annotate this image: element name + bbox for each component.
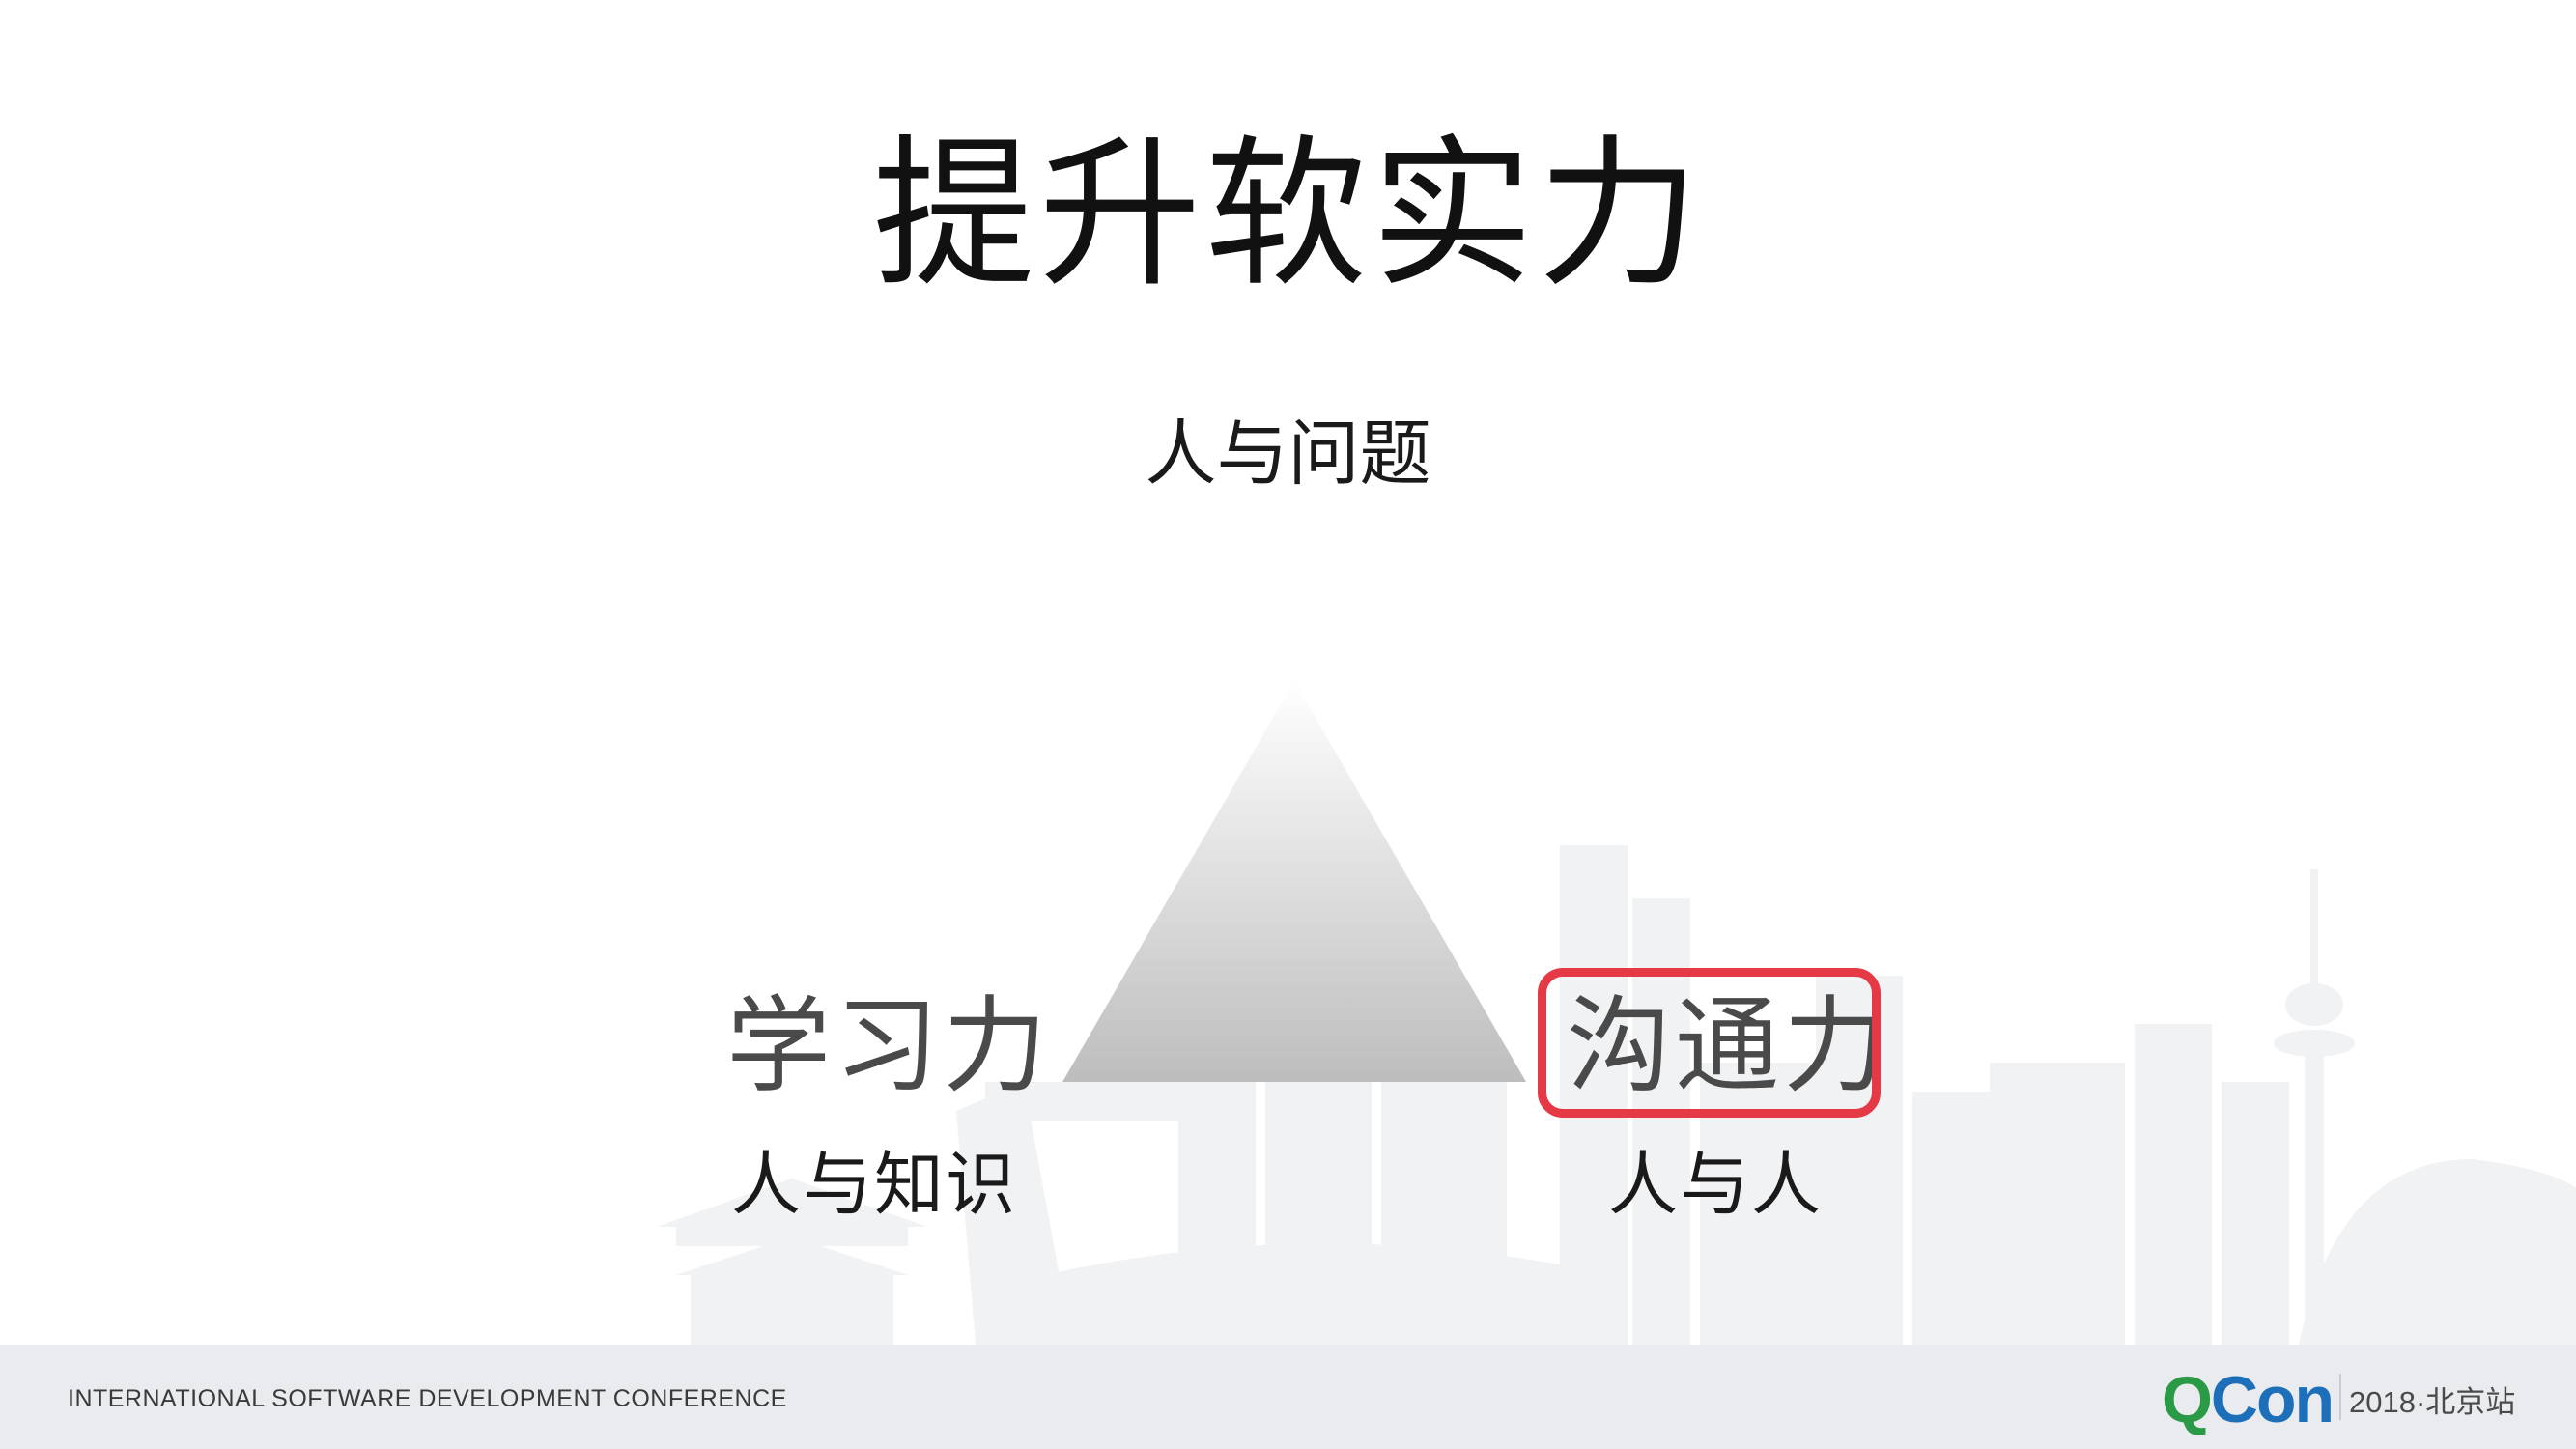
learning-ability-label: 学习力 [726,986,1052,1107]
conference-name: INTERNATIONAL SOFTWARE DEVELOPMENT CONFE… [68,1385,787,1412]
communication-subtitle: 人与人 [1608,1144,1824,1225]
slide-title: 提升软实力 [872,120,1704,309]
qcon-logo: QCon [2162,1362,2335,1437]
learning-subtitle: 人与知识 [731,1144,1018,1225]
triangle-shape [1062,681,1526,1082]
logo-subtitle: 2018·北京站 [2349,1385,2516,1419]
logo-divider [2339,1374,2341,1420]
highlight-box [1538,968,1881,1118]
triangle-top-label: 人与问题 [1145,412,1431,496]
logo-con: Con [2210,1363,2335,1436]
footer-bar: INTERNATIONAL SOFTWARE DEVELOPMENT CONFE… [0,1345,2576,1449]
logo-q: Q [2162,1363,2213,1436]
